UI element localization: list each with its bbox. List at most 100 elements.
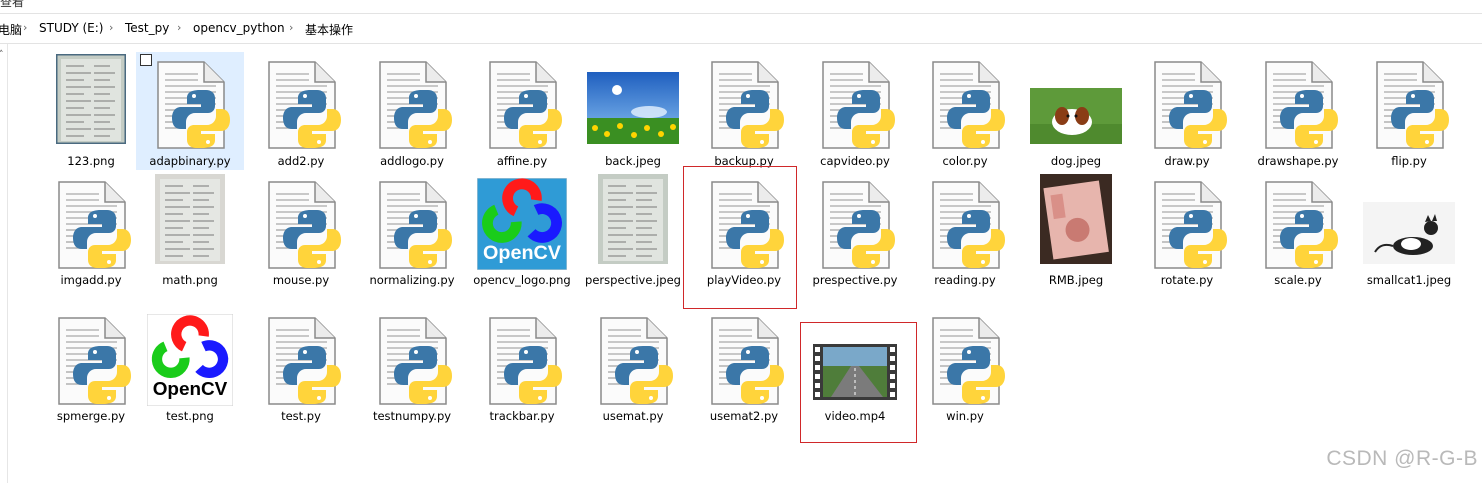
- image-thumbnail-icon: [54, 52, 128, 148]
- file-item[interactable]: OpenCV opencv_logo.png: [468, 172, 576, 290]
- file-name-label: trackbar.py: [489, 409, 555, 423]
- file-item[interactable]: color.py: [911, 52, 1019, 170]
- python-file-icon: [482, 316, 562, 410]
- python-file-icon: [815, 180, 895, 274]
- file-item[interactable]: addlogo.py: [358, 52, 466, 170]
- opencv-logo-icon: OpenCV: [146, 313, 234, 410]
- address-bar[interactable]: 电脑 › STUDY (E:) › Test_py › opencv_pytho…: [0, 13, 1482, 44]
- file-item[interactable]: usemat.py: [579, 308, 687, 426]
- python-file-icon: [261, 60, 341, 154]
- file-name-label: scale.py: [1274, 273, 1322, 287]
- chevron-right-icon[interactable]: ›: [177, 21, 181, 34]
- file-item[interactable]: imgadd.py: [37, 172, 145, 290]
- file-name-label: usemat2.py: [709, 409, 779, 423]
- image-thumbnail-icon: [1030, 88, 1122, 148]
- breadcrumb-current-folder[interactable]: 基本操作: [305, 21, 353, 38]
- python-file-icon: [593, 316, 673, 410]
- file-item[interactable]: reading.py: [911, 172, 1019, 290]
- python-file-icon: [925, 316, 1005, 410]
- file-item[interactable]: back.jpeg: [579, 52, 687, 170]
- file-item[interactable]: spmerge.py: [37, 308, 145, 426]
- file-name-label: test.py: [281, 409, 321, 423]
- python-file-icon: [372, 180, 452, 274]
- svg-text:OpenCV: OpenCV: [483, 242, 562, 264]
- file-name-label: rotate.py: [1160, 273, 1214, 287]
- chevron-right-icon[interactable]: ›: [289, 21, 293, 34]
- image-thumbnail-icon: [155, 174, 225, 268]
- python-file-icon: [925, 180, 1005, 274]
- python-file-icon: [925, 60, 1005, 154]
- file-item[interactable]: smallcat1.jpeg: [1355, 172, 1463, 290]
- file-name-label: affine.py: [496, 154, 548, 168]
- file-item[interactable]: math.png: [136, 172, 244, 290]
- chevron-right-icon[interactable]: ›: [109, 21, 113, 34]
- file-item[interactable]: capvideo.py: [801, 52, 909, 170]
- file-item[interactable]: backup.py: [690, 52, 798, 170]
- window-title-strip: 查看: [0, 0, 1482, 12]
- python-file-icon: [51, 316, 131, 410]
- file-item[interactable]: perspective.jpeg: [579, 172, 687, 290]
- python-file-icon: [1147, 180, 1227, 274]
- breadcrumb-opencv-python[interactable]: opencv_python: [193, 21, 285, 35]
- python-file-icon: [704, 60, 784, 154]
- file-name-label: imgadd.py: [60, 273, 122, 287]
- file-item[interactable]: trackbar.py: [468, 308, 576, 426]
- chevron-right-icon[interactable]: ›: [23, 21, 27, 34]
- window-title: 查看: [0, 0, 25, 9]
- file-name-label: prespective.py: [812, 273, 898, 287]
- file-name-label: win.py: [946, 409, 984, 423]
- file-item[interactable]: adapbinary.py: [136, 52, 244, 170]
- python-file-icon: [261, 180, 341, 274]
- navigation-pane-edge: ˄: [0, 44, 8, 483]
- python-file-icon: [1258, 180, 1338, 274]
- image-thumbnail-icon: [587, 72, 679, 148]
- image-thumbnail-icon: [598, 174, 668, 268]
- file-item[interactable]: drawshape.py: [1244, 52, 1352, 170]
- file-name-label: test.png: [166, 409, 214, 423]
- file-name-label: perspective.jpeg: [585, 273, 681, 287]
- file-item[interactable]: rotate.py: [1133, 172, 1241, 290]
- file-name-label: reading.py: [934, 273, 996, 287]
- chevron-up-icon[interactable]: ˄: [0, 50, 4, 60]
- file-name-label: flip.py: [1391, 154, 1427, 168]
- file-item[interactable]: normalizing.py: [358, 172, 466, 290]
- file-name-label: math.png: [162, 273, 218, 287]
- file-item[interactable]: affine.py: [468, 52, 576, 170]
- file-item[interactable]: OpenCV test.png: [136, 308, 244, 426]
- file-item[interactable]: dog.jpeg: [1022, 52, 1130, 170]
- file-name-label: adapbinary.py: [149, 154, 231, 168]
- file-name-label: dog.jpeg: [1050, 154, 1102, 168]
- file-name-label: addlogo.py: [380, 154, 444, 168]
- annotation-box-playvideo: [683, 166, 797, 309]
- breadcrumb-drive[interactable]: STUDY (E:): [39, 21, 103, 35]
- file-item[interactable]: test.py: [247, 308, 355, 426]
- file-item[interactable]: draw.py: [1133, 52, 1241, 170]
- file-name-label: color.py: [942, 154, 988, 168]
- python-file-icon: [372, 316, 452, 410]
- python-file-icon: [51, 180, 131, 274]
- file-item[interactable]: 123.png: [37, 52, 145, 170]
- file-item[interactable]: mouse.py: [247, 172, 355, 290]
- python-file-icon: [261, 316, 341, 410]
- breadcrumb-pc[interactable]: 电脑: [0, 21, 22, 38]
- file-name-label: draw.py: [1164, 154, 1210, 168]
- breadcrumb-test-py[interactable]: Test_py: [125, 21, 169, 35]
- file-name-label: smallcat1.jpeg: [1366, 273, 1452, 287]
- python-file-icon: [1147, 60, 1227, 154]
- python-file-icon: [150, 60, 230, 154]
- file-item[interactable]: testnumpy.py: [358, 308, 466, 426]
- file-name-label: back.jpeg: [605, 154, 661, 168]
- annotation-box-video: [800, 322, 917, 443]
- file-item[interactable]: prespective.py: [801, 172, 909, 290]
- file-item[interactable]: usemat2.py: [690, 308, 798, 426]
- file-name-label: normalizing.py: [369, 273, 455, 287]
- file-item[interactable]: win.py: [911, 308, 1019, 426]
- file-item[interactable]: add2.py: [247, 52, 355, 170]
- file-name-label: capvideo.py: [820, 154, 890, 168]
- file-item[interactable]: flip.py: [1355, 52, 1463, 170]
- file-name-label: testnumpy.py: [372, 409, 452, 423]
- opencv-logo-icon: OpenCV: [476, 177, 568, 274]
- file-item[interactable]: scale.py: [1244, 172, 1352, 290]
- file-item[interactable]: RMB.jpeg: [1022, 172, 1130, 290]
- python-file-icon: [1369, 60, 1449, 154]
